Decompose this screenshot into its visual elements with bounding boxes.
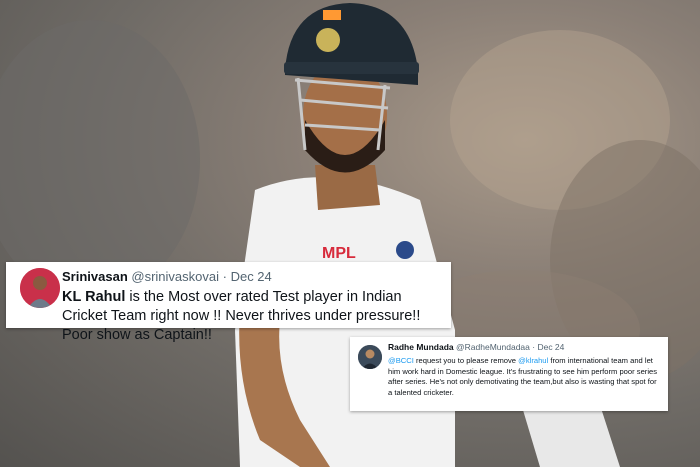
mention-link[interactable]: @BCCI (388, 356, 414, 365)
tweet-card-radhe[interactable]: Radhe Mundada @RadheMundadaa · Dec 24 @B… (350, 337, 668, 411)
avatar[interactable] (358, 345, 382, 369)
mention-link[interactable]: @klrahul (518, 356, 548, 365)
tweet-body: request you to please remove (413, 356, 519, 365)
tweet-date[interactable]: Dec 24 (231, 269, 272, 284)
author-name[interactable]: Radhe Mundada (388, 342, 454, 352)
separator-dot: · (219, 269, 231, 284)
avatar[interactable] (20, 268, 60, 308)
tweet-text: @BCCI request you to please remove @klra… (388, 356, 660, 398)
user-avatar-icon (20, 268, 60, 308)
tweet-card-srinivasan[interactable]: Srinivasan @srinivaskovai · Dec 24 KL Ra… (6, 262, 451, 343)
author-name[interactable]: Srinivasan (62, 269, 128, 284)
shirt-sponsor-logo: MPL (322, 245, 356, 262)
tweet-header: Radhe Mundada @RadheMundadaa · Dec 24 (388, 342, 660, 353)
tweet-header: Srinivasan @srinivaskovai · Dec 24 (62, 268, 443, 285)
highlighted-text: KL Rahul (62, 289, 126, 305)
tweet-date[interactable]: Dec 24 (537, 342, 564, 352)
author-handle[interactable]: @RadheMundadaa (456, 342, 530, 352)
user-avatar-icon (358, 345, 382, 369)
author-handle[interactable]: @srinivaskovai (131, 269, 219, 284)
